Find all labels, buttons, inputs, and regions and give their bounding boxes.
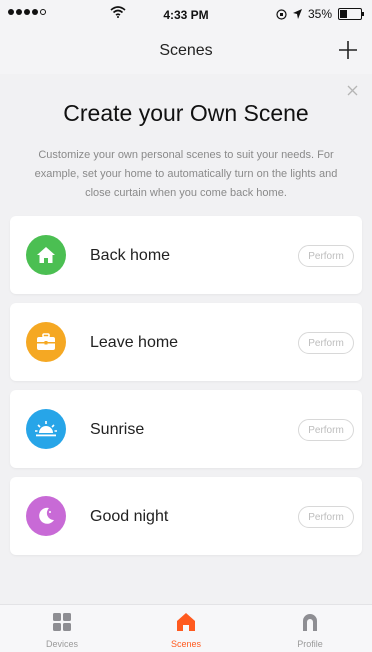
- scene-item-good-night[interactable]: Good night Perform: [10, 477, 362, 555]
- tab-label: Profile: [297, 639, 323, 649]
- home-icon: [177, 613, 195, 631]
- page-title: Scenes: [159, 42, 213, 59]
- close-icon: [347, 85, 358, 96]
- tab-bar: Devices Scenes Profile: [0, 604, 372, 652]
- tab-label: Devices: [45, 639, 78, 649]
- scene-list: Back home Perform Leave home Perform Sun…: [10, 216, 362, 564]
- scene-name: Back home: [90, 247, 171, 264]
- perform-button[interactable]: Perform: [298, 506, 354, 528]
- grid-icon: [53, 613, 71, 631]
- navigation-bar: Scenes: [0, 28, 372, 74]
- briefcase-icon: [26, 322, 66, 362]
- banner-description: Customize your own personal scenes to su…: [34, 149, 338, 199]
- home-icon: [26, 235, 66, 275]
- sunrise-icon: [26, 409, 66, 449]
- scene-name: Good night: [90, 508, 169, 525]
- tab-scenes[interactable]: Scenes: [124, 605, 248, 652]
- location-icon: [292, 9, 302, 19]
- tab-profile[interactable]: Profile: [248, 605, 372, 652]
- close-banner-button[interactable]: [347, 80, 358, 101]
- scene-item-back-home[interactable]: Back home Perform: [10, 216, 362, 294]
- perform-button[interactable]: Perform: [298, 419, 354, 441]
- scenes-content: Create your Own Scene Customize your own…: [0, 74, 372, 604]
- moon-icon: [26, 496, 66, 536]
- plus-icon: [339, 41, 357, 59]
- orientation-lock-icon: [276, 8, 287, 20]
- battery-percent: 35%: [307, 7, 332, 21]
- scene-name: Leave home: [90, 334, 179, 351]
- scene-name: Sunrise: [90, 421, 145, 438]
- perform-button[interactable]: Perform: [298, 332, 354, 354]
- profile-icon: [303, 614, 317, 631]
- scene-item-leave-home[interactable]: Leave home Perform: [10, 303, 362, 381]
- battery-icon: [338, 8, 364, 20]
- status-bar: 4:33 PM 35%: [0, 0, 372, 28]
- add-scene-button[interactable]: [338, 36, 358, 65]
- perform-button[interactable]: Perform: [298, 245, 354, 267]
- scene-item-sunrise[interactable]: Sunrise Perform: [10, 390, 362, 468]
- tab-devices[interactable]: Devices: [0, 605, 124, 652]
- banner-title: Create your Own Scene: [63, 100, 309, 126]
- tab-label: Scenes: [170, 639, 202, 649]
